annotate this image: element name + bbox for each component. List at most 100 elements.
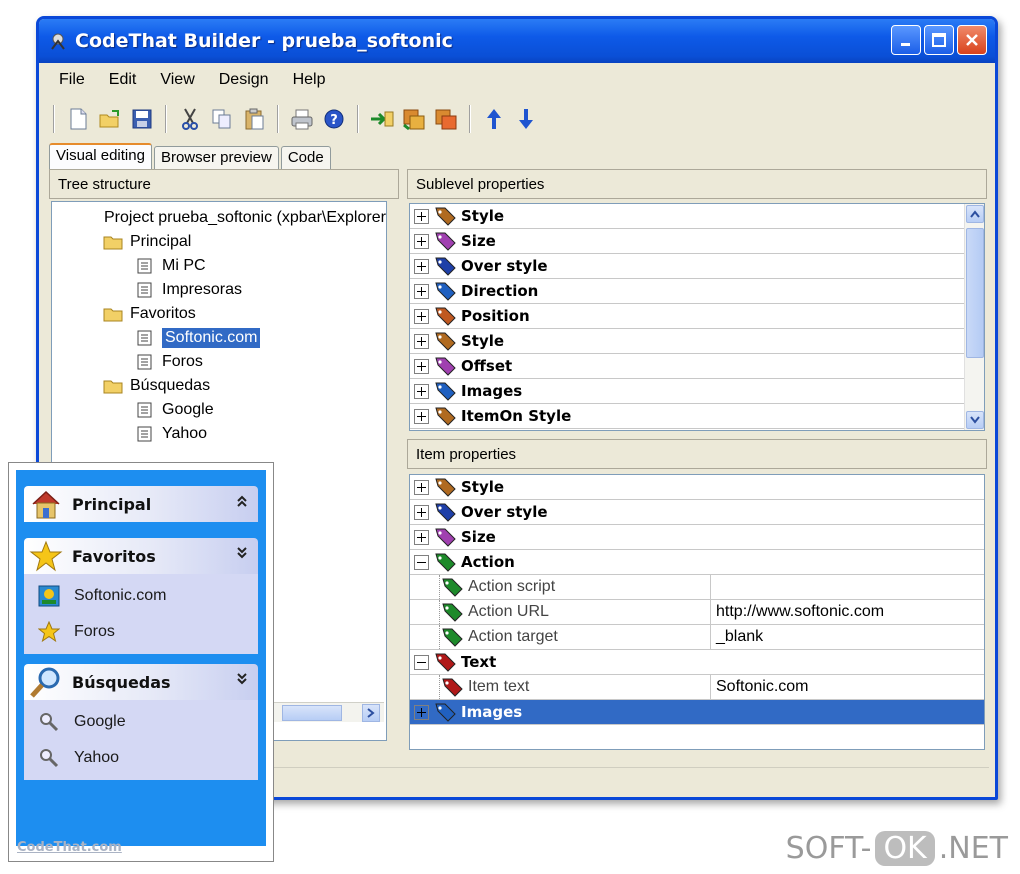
item-property-row[interactable]: Text	[410, 650, 984, 675]
collapse-icon[interactable]	[414, 554, 429, 570]
add-sublevel-button[interactable]	[399, 103, 429, 135]
tree-node-impresoras[interactable]: Impresoras	[134, 278, 242, 302]
collapse-icon[interactable]	[414, 654, 429, 670]
property-value[interactable]: Softonic.com	[710, 675, 808, 699]
scroll-right-button[interactable]	[362, 704, 380, 722]
chevron-down-icon[interactable]	[236, 546, 248, 563]
sublevel-property-row[interactable]: Offset	[410, 354, 964, 379]
expand-icon[interactable]	[414, 704, 429, 720]
property-value[interactable]: _blank	[710, 625, 763, 649]
sublevel-property-row[interactable]: ItemOn Style	[410, 404, 964, 429]
menu-edit[interactable]: Edit	[97, 71, 149, 89]
new-button[interactable]	[63, 103, 93, 135]
tree-indent	[410, 625, 440, 649]
document-icon	[134, 401, 156, 419]
tree-node-google[interactable]: Google	[134, 398, 214, 422]
toolbar: ?	[47, 99, 607, 139]
sublevel-property-row[interactable]: Style	[410, 329, 964, 354]
print-button[interactable]	[287, 103, 317, 135]
tree-node-foros[interactable]: Foros	[134, 350, 203, 374]
expand-icon[interactable]	[414, 529, 429, 545]
save-button[interactable]	[127, 103, 157, 135]
xp-group-busquedas: Búsquedas Google Yahoo	[24, 664, 258, 780]
insert-item-button[interactable]	[367, 103, 397, 135]
xp-group-header[interactable]: Búsquedas	[24, 664, 258, 700]
scroll-thumb[interactable]	[282, 705, 342, 721]
tab-visual-editing[interactable]: Visual editing	[49, 143, 152, 171]
xp-item-softonic[interactable]: Softonic.com	[24, 578, 258, 614]
tab-code[interactable]: Code	[280, 146, 331, 171]
move-up-button[interactable]	[479, 103, 509, 135]
expand-icon[interactable]	[414, 258, 429, 274]
scroll-thumb[interactable]	[966, 228, 984, 358]
property-value[interactable]	[710, 575, 716, 599]
expand-icon[interactable]	[414, 383, 429, 399]
expand-icon[interactable]	[414, 504, 429, 520]
copy-button[interactable]	[207, 103, 237, 135]
remove-item-icon	[435, 109, 457, 130]
expand-icon[interactable]	[414, 479, 429, 495]
remove-item-button[interactable]	[431, 103, 461, 135]
sublevel-property-row[interactable]: Direction	[410, 279, 964, 304]
scroll-down-button[interactable]	[966, 411, 984, 429]
item-property-row[interactable]: Action	[410, 550, 984, 575]
expand-icon[interactable]	[414, 358, 429, 374]
item-property-row[interactable]: Images	[410, 700, 984, 725]
xp-item-yahoo[interactable]: Yahoo	[24, 740, 258, 776]
item-property-row[interactable]: Action target _blank	[410, 625, 984, 650]
item-property-row[interactable]: Action URL http://www.softonic.com	[410, 600, 984, 625]
move-down-button[interactable]	[511, 103, 541, 135]
document-icon	[134, 425, 156, 443]
close-button[interactable]	[957, 25, 987, 55]
sublevel-vertical-scrollbar[interactable]	[964, 204, 984, 430]
watermark-right: .NET	[938, 831, 1008, 866]
tab-browser-preview[interactable]: Browser preview	[153, 146, 279, 171]
item-property-row[interactable]: Style	[410, 475, 984, 500]
codethat-link[interactable]: CodeThat.com	[17, 840, 122, 855]
xp-item-foros[interactable]: Foros	[24, 614, 258, 650]
menu-bar: File Edit View Design Help	[47, 65, 337, 95]
cut-button[interactable]	[175, 103, 205, 135]
menu-view[interactable]: View	[148, 71, 206, 89]
tree-node-principal[interactable]: Principal	[102, 230, 191, 254]
expand-icon[interactable]	[414, 408, 429, 424]
open-button[interactable]	[95, 103, 125, 135]
expand-icon[interactable]	[414, 208, 429, 224]
help-button[interactable]: ?	[319, 103, 349, 135]
paste-button[interactable]	[239, 103, 269, 135]
tree-node-favoritos[interactable]: Favoritos	[102, 302, 196, 326]
tree-node-yahoo[interactable]: Yahoo	[134, 422, 207, 446]
tree-node-softonic[interactable]: Softonic.com	[134, 326, 261, 350]
xp-group-header[interactable]: Principal	[24, 486, 258, 522]
item-property-row[interactable]: Action script	[410, 575, 984, 600]
expand-icon[interactable]	[414, 283, 429, 299]
expand-icon[interactable]	[414, 308, 429, 324]
maximize-button[interactable]	[924, 25, 954, 55]
item-property-row[interactable]: Item text Softonic.com	[410, 675, 984, 700]
chevron-down-icon[interactable]	[236, 672, 248, 689]
menu-help[interactable]: Help	[281, 71, 338, 89]
sublevel-property-row[interactable]: Style	[410, 204, 964, 229]
expand-icon[interactable]	[414, 333, 429, 349]
tree-node-mi-pc[interactable]: Mi PC	[134, 254, 206, 278]
expand-icon[interactable]	[414, 233, 429, 249]
tree-root[interactable]: Project prueba_softonic (xpbar\Explorer	[104, 206, 386, 230]
sublevel-property-row[interactable]: Position	[410, 304, 964, 329]
item-property-row[interactable]: Over style	[410, 500, 984, 525]
menu-file[interactable]: File	[47, 71, 97, 89]
property-tag-icon	[433, 330, 459, 352]
sublevel-property-row[interactable]: Over style	[410, 254, 964, 279]
item-property-row[interactable]: Size	[410, 525, 984, 550]
xp-group-header[interactable]: Favoritos	[24, 538, 258, 574]
sublevel-property-row[interactable]: Images	[410, 379, 964, 404]
xp-item-google[interactable]: Google	[24, 704, 258, 740]
minimize-button[interactable]	[891, 25, 921, 55]
property-value[interactable]: http://www.softonic.com	[710, 600, 884, 624]
title-bar[interactable]: CodeThat Builder - prueba_softonic	[39, 19, 995, 63]
xp-group-body: Google Yahoo	[24, 700, 258, 780]
scroll-up-button[interactable]	[966, 205, 984, 223]
tree-node-busquedas[interactable]: Búsquedas	[102, 374, 210, 398]
sublevel-property-row[interactable]: Size	[410, 229, 964, 254]
chevron-up-icon[interactable]	[236, 494, 248, 511]
menu-design[interactable]: Design	[207, 71, 281, 89]
